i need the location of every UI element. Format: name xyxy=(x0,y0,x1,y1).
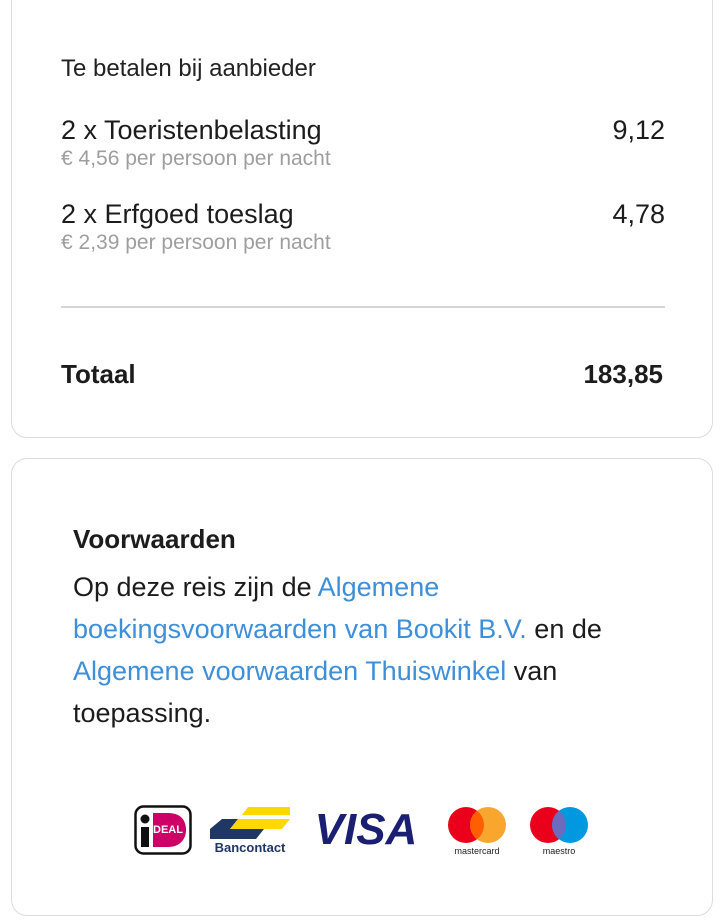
terms-card: Voorwaarden Op deze reis zijn de Algemen… xyxy=(11,458,713,916)
bancontact-logo: Bancontact xyxy=(210,807,290,855)
ideal-logo-text: DEAL xyxy=(153,824,183,836)
fee-amount: 9,12 xyxy=(612,115,665,145)
terms-text-part: Op deze reis zijn de xyxy=(73,572,318,602)
fee-name: 2 x Toeristenbelasting xyxy=(61,115,322,145)
price-breakdown-card: Te betalen bij aanbieder 2 x Toeristenbe… xyxy=(11,0,713,438)
fee-detail: € 4,56 per persoon per nacht xyxy=(61,147,331,170)
total-label: Totaal xyxy=(61,359,136,389)
total-value: 183,85 xyxy=(583,359,663,389)
fee-name: 2 x Erfgoed toeslag xyxy=(61,199,294,229)
ideal-logo: DEAL xyxy=(134,805,192,855)
maestro-logo: maestro xyxy=(530,807,588,856)
fee-amount: 4,78 xyxy=(612,199,665,229)
fee-detail: € 2,39 per persoon per nacht xyxy=(61,231,331,254)
bancontact-logo-text: Bancontact xyxy=(215,840,286,855)
divider xyxy=(61,306,665,308)
payment-methods: DEAL Bancontact VISA mastercard maestro xyxy=(134,799,604,859)
mastercard-logo: mastercard xyxy=(448,807,506,856)
terms-text: Op deze reis zijn de Algemene boekingsvo… xyxy=(73,566,663,734)
terms-text-part: en de xyxy=(526,614,602,644)
mastercard-logo-text: mastercard xyxy=(454,846,499,856)
terms-title: Voorwaarden xyxy=(73,524,236,554)
visa-logo-text: VISA xyxy=(315,805,418,851)
section-title: Te betalen bij aanbieder xyxy=(61,55,316,82)
maestro-logo-text: maestro xyxy=(543,846,576,856)
thuiswinkel-conditions-link[interactable]: Algemene voorwaarden Thuiswinkel xyxy=(73,656,506,686)
visa-logo: VISA xyxy=(315,805,418,851)
